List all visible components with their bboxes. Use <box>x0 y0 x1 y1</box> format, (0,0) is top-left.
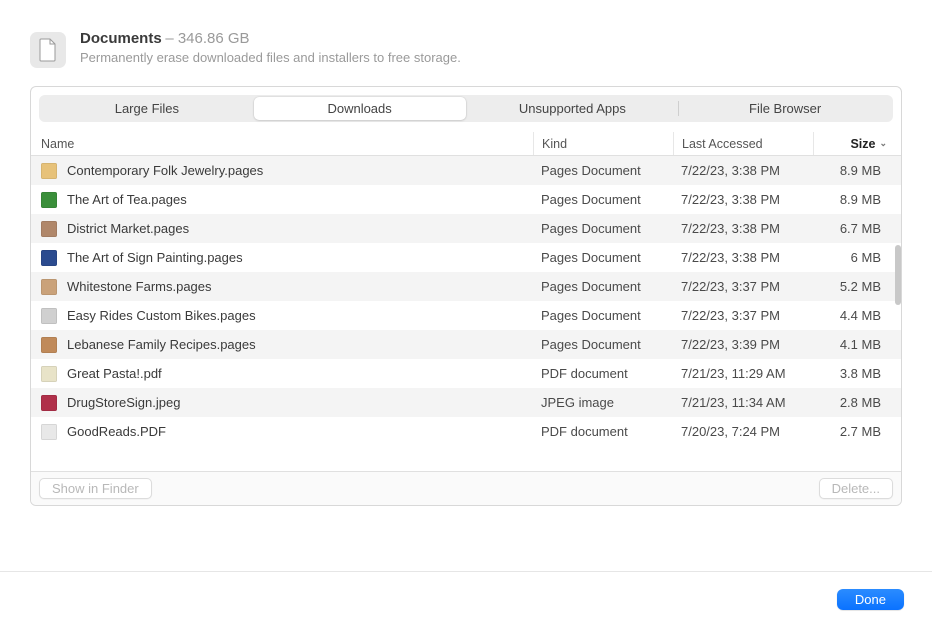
file-name: The Art of Tea.pages <box>67 192 187 207</box>
file-name: Lebanese Family Recipes.pages <box>67 337 256 352</box>
file-icon <box>41 308 57 324</box>
content-panel: Large FilesDownloadsUnsupported AppsFile… <box>30 86 902 506</box>
file-size: 2.7 MB <box>813 424 893 439</box>
file-size: 6 MB <box>813 250 893 265</box>
file-kind: Pages Document <box>533 308 673 323</box>
table-row[interactable]: Easy Rides Custom Bikes.pages Pages Docum… <box>31 301 901 330</box>
file-icon <box>41 424 57 440</box>
file-last-accessed: 7/22/23, 3:37 PM <box>673 279 813 294</box>
file-icon <box>41 366 57 382</box>
category-tabs: Large FilesDownloadsUnsupported AppsFile… <box>39 95 893 122</box>
file-last-accessed: 7/22/23, 3:38 PM <box>673 250 813 265</box>
table-row[interactable]: Contemporary Folk Jewelry.pages Pages Doc… <box>31 156 901 185</box>
file-size: 6.7 MB <box>813 221 893 236</box>
file-size: 5.2 MB <box>813 279 893 294</box>
table-row[interactable]: The Art of Tea.pages Pages Document7/22/2… <box>31 185 901 214</box>
file-last-accessed: 7/22/23, 3:38 PM <box>673 163 813 178</box>
file-kind: Pages Document <box>533 221 673 236</box>
file-icon <box>41 192 57 208</box>
file-icon <box>41 337 57 353</box>
page-title: Documents <box>80 30 162 47</box>
file-size: 8.9 MB <box>813 192 893 207</box>
delete-button[interactable]: Delete... <box>819 478 893 499</box>
file-list: Contemporary Folk Jewelry.pages Pages Doc… <box>31 156 901 471</box>
file-last-accessed: 7/21/23, 11:29 AM <box>673 366 813 381</box>
column-size[interactable]: Size ⌄ <box>813 132 893 155</box>
file-icon <box>41 395 57 411</box>
file-size: 3.8 MB <box>813 366 893 381</box>
file-icon <box>41 250 57 266</box>
dialog-actions: Done <box>837 589 904 610</box>
page-subtitle: Permanently erase downloaded files and i… <box>80 50 461 65</box>
table-row[interactable]: GoodReads.PDF PDF document7/20/23, 7:24 P… <box>31 417 901 446</box>
file-name: Great Pasta!.pdf <box>67 366 162 381</box>
file-last-accessed: 7/22/23, 3:37 PM <box>673 308 813 323</box>
tab-file-browser[interactable]: File Browser <box>679 97 891 120</box>
divider <box>0 571 932 572</box>
table-row[interactable]: DrugStoreSign.jpeg JPEG image7/21/23, 11:… <box>31 388 901 417</box>
file-last-accessed: 7/21/23, 11:34 AM <box>673 395 813 410</box>
column-name[interactable]: Name <box>39 132 533 155</box>
file-kind: Pages Document <box>533 279 673 294</box>
file-name: District Market.pages <box>67 221 189 236</box>
table-row[interactable]: Whitestone Farms.pages Pages Document7/22… <box>31 272 901 301</box>
tab-large-files[interactable]: Large Files <box>41 97 253 120</box>
file-name: Contemporary Folk Jewelry.pages <box>67 163 263 178</box>
list-footer: Show in Finder Delete... <box>31 471 901 505</box>
file-kind: PDF document <box>533 366 673 381</box>
file-size: 8.9 MB <box>813 163 893 178</box>
file-last-accessed: 7/22/23, 3:38 PM <box>673 192 813 207</box>
storage-size: – 346.86 GB <box>165 30 249 47</box>
show-in-finder-button[interactable]: Show in Finder <box>39 478 152 499</box>
file-size: 4.1 MB <box>813 337 893 352</box>
sort-caret-icon: ⌄ <box>879 138 887 149</box>
column-kind[interactable]: Kind <box>533 132 673 155</box>
file-name: Easy Rides Custom Bikes.pages <box>67 308 256 323</box>
file-size: 2.8 MB <box>813 395 893 410</box>
table-row[interactable]: Great Pasta!.pdf PDF document7/21/23, 11:… <box>31 359 901 388</box>
tab-downloads[interactable]: Downloads <box>254 97 466 120</box>
file-icon <box>41 221 57 237</box>
file-size: 4.4 MB <box>813 308 893 323</box>
column-last-accessed[interactable]: Last Accessed <box>673 132 813 155</box>
file-kind: Pages Document <box>533 163 673 178</box>
file-last-accessed: 7/22/23, 3:39 PM <box>673 337 813 352</box>
file-name: Whitestone Farms.pages <box>67 279 212 294</box>
file-kind: Pages Document <box>533 250 673 265</box>
file-name: The Art of Sign Painting.pages <box>67 250 243 265</box>
file-name: GoodReads.PDF <box>67 424 166 439</box>
file-icon <box>41 163 57 179</box>
storage-documents-panel: Documents – 346.86 GB Permanently erase … <box>0 0 932 628</box>
header: Documents – 346.86 GB Permanently erase … <box>0 0 932 86</box>
table-row[interactable]: The Art of Sign Painting.pages Pages Docu… <box>31 243 901 272</box>
file-last-accessed: 7/22/23, 3:38 PM <box>673 221 813 236</box>
table-row[interactable]: District Market.pages Pages Document7/22/… <box>31 214 901 243</box>
file-name: DrugStoreSign.jpeg <box>67 395 180 410</box>
file-kind: Pages Document <box>533 192 673 207</box>
table-row[interactable]: Lebanese Family Recipes.pages Pages Docum… <box>31 330 901 359</box>
file-kind: Pages Document <box>533 337 673 352</box>
header-text: Documents – 346.86 GB Permanently erase … <box>80 30 461 65</box>
scrollbar-thumb[interactable] <box>895 245 901 305</box>
file-icon <box>41 279 57 295</box>
file-kind: PDF document <box>533 424 673 439</box>
file-last-accessed: 7/20/23, 7:24 PM <box>673 424 813 439</box>
file-kind: JPEG image <box>533 395 673 410</box>
document-icon <box>30 32 66 68</box>
tab-unsupported-apps[interactable]: Unsupported Apps <box>467 97 679 120</box>
table-header[interactable]: Name Kind Last Accessed Size ⌄ <box>31 132 901 156</box>
done-button[interactable]: Done <box>837 589 904 610</box>
